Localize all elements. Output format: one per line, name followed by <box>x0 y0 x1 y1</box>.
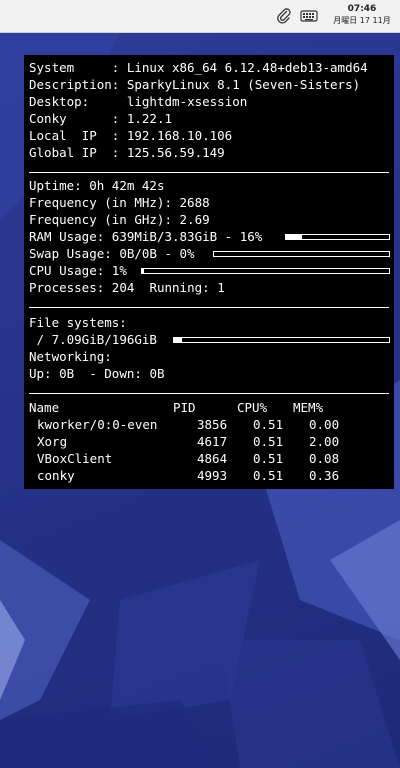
divider <box>29 393 389 394</box>
running-value: 1 <box>217 280 225 295</box>
cpu-label: CPU Usage: <box>29 263 105 278</box>
global-ip-label: Global IP <box>29 145 97 160</box>
processes-label: Processes: <box>29 280 105 295</box>
uptime-value: 0h 42m 42s <box>89 178 165 193</box>
description-value: SparkyLinux 8.1 (Seven-Sisters) <box>126 77 361 92</box>
description-row: Description: SparkyLinux 8.1 (Seven-Sist… <box>29 76 360 93</box>
process-name: conky <box>37 468 75 483</box>
freq-mhz-value: 2688 <box>179 195 210 210</box>
cpu-value: 1% <box>111 263 127 278</box>
root-fs-bar <box>173 337 390 343</box>
freq-ghz-row: Frequency (in GHz): 2.69 <box>29 211 210 228</box>
cpu-usage-bar <box>141 268 390 274</box>
swap-value: 0B/0B - 0% <box>119 246 195 261</box>
process-mem: 0.36 <box>309 468 340 483</box>
process-pid: 4864 <box>197 451 228 466</box>
cpu-row: CPU Usage: 1% <box>29 262 127 279</box>
cpu-usage-fill <box>142 269 145 273</box>
clock-time: 07:46 <box>347 4 377 14</box>
process-mem: 0.08 <box>309 451 340 466</box>
system-label: System <box>29 60 75 75</box>
network-row: Up: 0B - Down: 0B <box>29 365 165 382</box>
uptime-label: Uptime: <box>29 178 82 193</box>
freq-ghz-value: 2.69 <box>179 212 210 227</box>
ram-row: RAM Usage: 639MiB/3.83GiB - 16% <box>29 228 262 245</box>
top-panel: 07:46 月曜日 17 11月 <box>0 0 400 33</box>
divider <box>29 172 389 173</box>
swap-label: Swap Usage: <box>29 246 112 261</box>
ram-label: RAM Usage: <box>29 229 105 244</box>
panel-clock[interactable]: 07:46 月曜日 17 11月 <box>330 3 394 27</box>
freq-mhz-label: Frequency (in MHz): <box>29 195 172 210</box>
root-fs-fill <box>174 338 182 342</box>
process-name: Xorg <box>37 434 68 449</box>
uptime-row: Uptime: 0h 42m 42s <box>29 177 164 194</box>
process-mem: 0.00 <box>309 417 340 432</box>
header-mem: MEM% <box>293 400 324 415</box>
desktop-row: Desktop: lightdm-xsession <box>29 93 247 110</box>
process-cpu: 0.51 <box>253 468 284 483</box>
freq-ghz-label: Frequency (in GHz): <box>29 212 172 227</box>
keyboard-icon[interactable] <box>300 8 318 24</box>
process-name: VBoxClient <box>37 451 113 466</box>
system-row: System : Linux x86_64 6.12.48+deb13-amd6… <box>29 60 368 75</box>
desktop-label: Desktop: <box>29 94 90 109</box>
ram-usage-bar <box>285 234 390 240</box>
up-label: Up: <box>29 366 52 381</box>
fs-title: File systems: <box>29 315 127 330</box>
root-fs-value: / 7.09GiB/196GiB <box>36 332 157 347</box>
header-pid: PID <box>173 400 196 415</box>
header-name: Name <box>29 400 60 415</box>
networking-label: Networking: <box>29 349 112 364</box>
process-mem: 2.00 <box>309 434 340 449</box>
root-fs-row: / 7.09GiB/196GiB <box>29 331 157 348</box>
ram-usage-fill <box>286 235 303 239</box>
process-pid: 4617 <box>197 434 228 449</box>
desktop-value: lightdm-xsession <box>126 94 248 109</box>
process-cpu: 0.51 <box>253 434 284 449</box>
divider <box>29 307 389 308</box>
process-name: kworker/0:0-even <box>37 417 158 432</box>
ram-value: 639MiB/3.83GiB - 16% <box>111 229 263 244</box>
paperclip-icon[interactable] <box>276 8 292 24</box>
freq-mhz-row: Frequency (in MHz): 2688 <box>29 194 210 211</box>
running-label: Running: <box>149 280 210 295</box>
local-ip-row: Local IP : 192.168.10.106 <box>29 128 233 143</box>
up-value: 0B <box>59 366 75 381</box>
processes-row: Processes: 204 Running: 1 <box>29 279 225 296</box>
process-pid: 3856 <box>197 417 228 432</box>
process-cpu: 0.51 <box>253 451 284 466</box>
process-cpu: 0.51 <box>253 417 284 432</box>
header-cpu: CPU% <box>237 400 268 415</box>
swap-row: Swap Usage: 0B/0B - 0% <box>29 245 195 262</box>
description-label: Description: <box>29 77 120 92</box>
clock-date: 月曜日 17 11月 <box>333 16 391 25</box>
conky-version-row: Conky : 1.22.1 <box>29 111 173 126</box>
conky-widget: System : Linux x86_64 6.12.48+deb13-amd6… <box>24 55 394 489</box>
conky-value: 1.22.1 <box>126 111 173 126</box>
local-ip-value: 192.168.10.106 <box>126 128 233 143</box>
down-label: - Down: <box>89 366 142 381</box>
swap-usage-bar <box>213 251 390 257</box>
global-ip-row: Global IP : 125.56.59.149 <box>29 145 225 160</box>
down-value: 0B <box>149 366 165 381</box>
system-value: Linux x86_64 6.12.48+deb13-amd64 <box>126 60 368 75</box>
processes-value: 204 <box>111 280 135 295</box>
process-pid: 4993 <box>197 468 228 483</box>
global-ip-value: 125.56.59.149 <box>126 145 225 160</box>
conky-label: Conky <box>29 111 67 126</box>
local-ip-label: Local IP <box>29 128 97 143</box>
